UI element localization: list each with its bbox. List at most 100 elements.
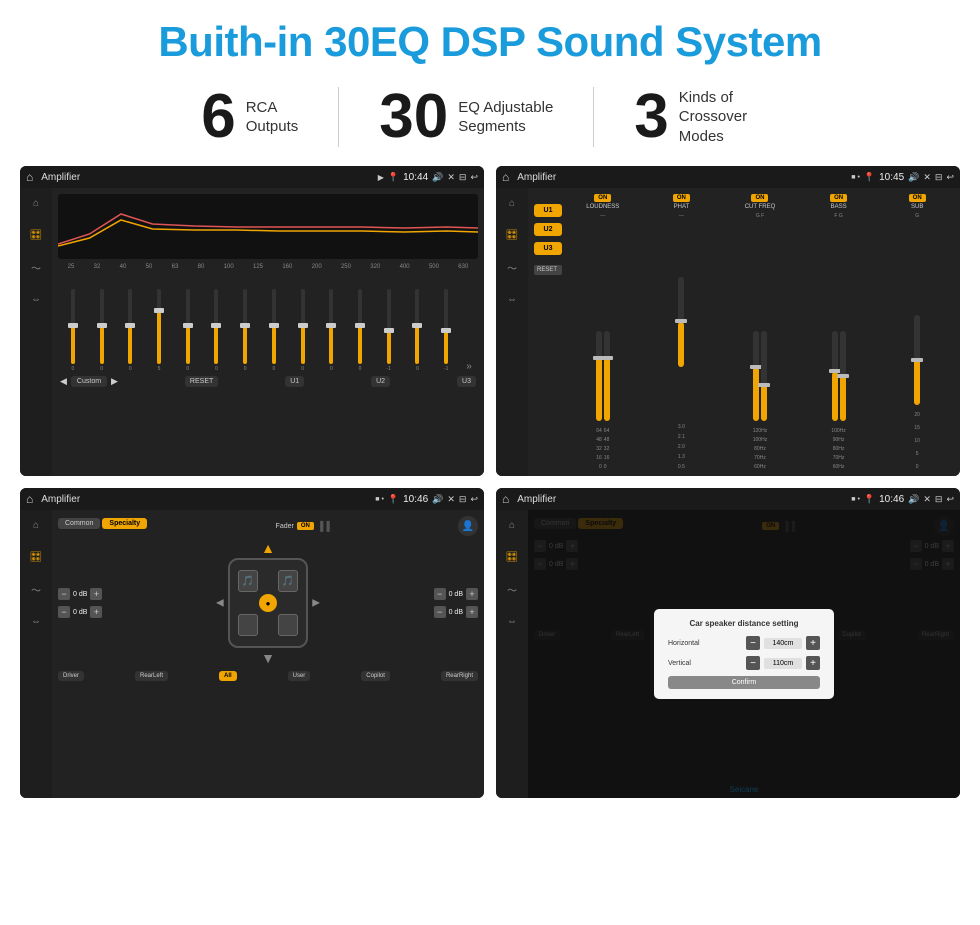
sidebar-wave-4[interactable]: 〜	[503, 580, 521, 598]
horizontal-plus-btn[interactable]: +	[806, 636, 820, 650]
btn-driver-3[interactable]: Driver	[58, 671, 84, 681]
reset-btn[interactable]: RESET	[185, 376, 218, 387]
btn-all-3[interactable]: All	[219, 671, 237, 681]
sidebar-home-3[interactable]: ⌂	[27, 516, 45, 534]
screen-common: ⌂ Amplifier ■ • 📍 10:46 🔊 ✕ ⊟ ↩ ⌂ 🎛 〜 ⇔	[20, 488, 484, 798]
home-icon-4[interactable]: ⌂	[502, 492, 509, 506]
dialog-title: Car speaker distance setting	[668, 619, 820, 628]
u2-btn[interactable]: U2	[371, 376, 390, 387]
right-top-plus[interactable]: +	[466, 588, 478, 600]
sidebar-arrows-4[interactable]: ⇔	[503, 612, 521, 630]
eq-graph	[58, 194, 478, 259]
tab-specialty-3[interactable]: Specialty	[102, 518, 147, 529]
vertical-plus-btn[interactable]: +	[806, 656, 820, 670]
custom-btn[interactable]: Custom	[71, 376, 107, 387]
btn-rearleft-3[interactable]: RearLeft	[135, 671, 168, 681]
profile-icon-3[interactable]: 👤	[458, 516, 478, 536]
eq-slider-3[interactable]: 5	[146, 289, 172, 372]
screen1-inner: ⌂ 🎛 〜 ⇔ 25324050638010012516020025032040…	[20, 188, 484, 476]
stat-eq: 30 EQ AdjustableSegments	[339, 86, 593, 148]
phat-on[interactable]: ON	[673, 194, 690, 202]
stat-rca: 6 RCAOutputs	[161, 86, 338, 148]
tab-common-3[interactable]: Common	[58, 518, 100, 529]
fader-down[interactable]: ▼	[261, 650, 275, 666]
left-bot-minus[interactable]: −	[58, 606, 70, 618]
eq-slider-4[interactable]: 0	[175, 289, 201, 372]
fader-left[interactable]: ◀	[216, 598, 224, 609]
sidebar-eq-4[interactable]: 🎛	[503, 548, 521, 566]
eq-slider-0[interactable]: 0	[60, 289, 86, 372]
eq-slider-1[interactable]: 0	[89, 289, 115, 372]
eq-slider-7[interactable]: 0	[261, 289, 287, 372]
preset-u3[interactable]: U3	[534, 242, 562, 255]
eq-slider-6[interactable]: 0	[232, 289, 258, 372]
left-bot-plus[interactable]: +	[90, 606, 102, 618]
btn-user-3[interactable]: User	[288, 671, 311, 681]
back-icon-4: ↩	[946, 494, 954, 505]
sidebar-wave-3[interactable]: 〜	[27, 580, 45, 598]
right-bot-val: 0 dB	[449, 609, 463, 616]
next-icon[interactable]: ▶	[111, 376, 118, 387]
sidebar-eq-3[interactable]: 🎛	[27, 548, 45, 566]
fader-toggle[interactable]: ▐▐	[317, 521, 330, 531]
eq-slider-8[interactable]: 0	[290, 289, 316, 372]
screen1-title: Amplifier	[41, 172, 373, 183]
cutfreq-on[interactable]: ON	[751, 194, 768, 202]
location-icon-2: 📍	[864, 172, 875, 183]
eq-slider-13[interactable]: -1	[433, 289, 459, 372]
screen2-sidebar: ⌂ 🎛 〜 ⇔	[496, 188, 528, 476]
home-icon-2[interactable]: ⌂	[502, 170, 509, 184]
vertical-minus-btn[interactable]: −	[746, 656, 760, 670]
left-top-plus[interactable]: +	[90, 588, 102, 600]
u1-btn[interactable]: U1	[285, 376, 304, 387]
play-icon-1: ▶	[378, 173, 384, 182]
fader-on-badge[interactable]: ON	[297, 522, 314, 530]
status-time-4: 10:46	[879, 494, 904, 505]
sidebar-arrows-2[interactable]: ⇔	[503, 290, 521, 308]
eq-slider-5[interactable]: 0	[204, 289, 230, 372]
eq-slider-12[interactable]: 0	[405, 289, 431, 372]
loudness-on[interactable]: ON	[594, 194, 611, 202]
eq-slider-9[interactable]: 0	[318, 289, 344, 372]
sidebar-arrows-1[interactable]: ⇔	[27, 290, 45, 308]
preset-u2[interactable]: U2	[534, 223, 562, 236]
rec-icon-2: ■ •	[851, 174, 860, 181]
right-bot-plus[interactable]: +	[466, 606, 478, 618]
sidebar-home-1[interactable]: ⌂	[27, 194, 45, 212]
btn-rearright-3[interactable]: RearRight	[441, 671, 478, 681]
u3-btn[interactable]: U3	[457, 376, 476, 387]
dialog-vertical-ctrl: − 110cm +	[746, 656, 820, 670]
sidebar-wave-2[interactable]: 〜	[503, 258, 521, 276]
preset-u1[interactable]: U1	[534, 204, 562, 217]
right-top-minus[interactable]: −	[434, 588, 446, 600]
screen4-title: Amplifier	[517, 494, 847, 505]
back-icon-1: ↩	[470, 172, 478, 183]
horizontal-minus-btn[interactable]: −	[746, 636, 760, 650]
fader-right[interactable]: ▶	[312, 598, 320, 609]
sidebar-arrows-3[interactable]: ⇔	[27, 612, 45, 630]
sidebar-home-4[interactable]: ⌂	[503, 516, 521, 534]
sidebar-eq-1[interactable]: 🎛	[27, 226, 45, 244]
left-top-minus[interactable]: −	[58, 588, 70, 600]
home-icon-1[interactable]: ⌂	[26, 170, 33, 184]
reset-label[interactable]: RESET	[534, 265, 562, 275]
sidebar-wave-1[interactable]: 〜	[27, 258, 45, 276]
seat-center[interactable]: ●	[259, 594, 277, 612]
bottom-btns-3: Driver RearLeft All User Copilot RearRig…	[58, 671, 478, 681]
fader-up[interactable]: ▲	[261, 540, 275, 556]
home-icon-3[interactable]: ⌂	[26, 492, 33, 506]
eq-slider-11[interactable]: -1	[376, 289, 402, 372]
right-bot-minus[interactable]: −	[434, 606, 446, 618]
sidebar-eq-2[interactable]: 🎛	[503, 226, 521, 244]
prev-icon[interactable]: ◀	[60, 376, 67, 387]
sub-on[interactable]: ON	[909, 194, 926, 202]
bass-on[interactable]: ON	[830, 194, 847, 202]
fader-control: Fader ON ▐▐	[276, 521, 330, 531]
eq-slider-2[interactable]: 0	[117, 289, 143, 372]
eq-slider-10[interactable]: 0	[347, 289, 373, 372]
sidebar-home-2[interactable]: ⌂	[503, 194, 521, 212]
screen1-sidebar: ⌂ 🎛 〜 ⇔	[20, 188, 52, 476]
confirm-button[interactable]: Confirm	[668, 676, 820, 689]
seat-fl: 🎵	[238, 570, 258, 592]
btn-copilot-3[interactable]: Copilot	[361, 671, 390, 681]
